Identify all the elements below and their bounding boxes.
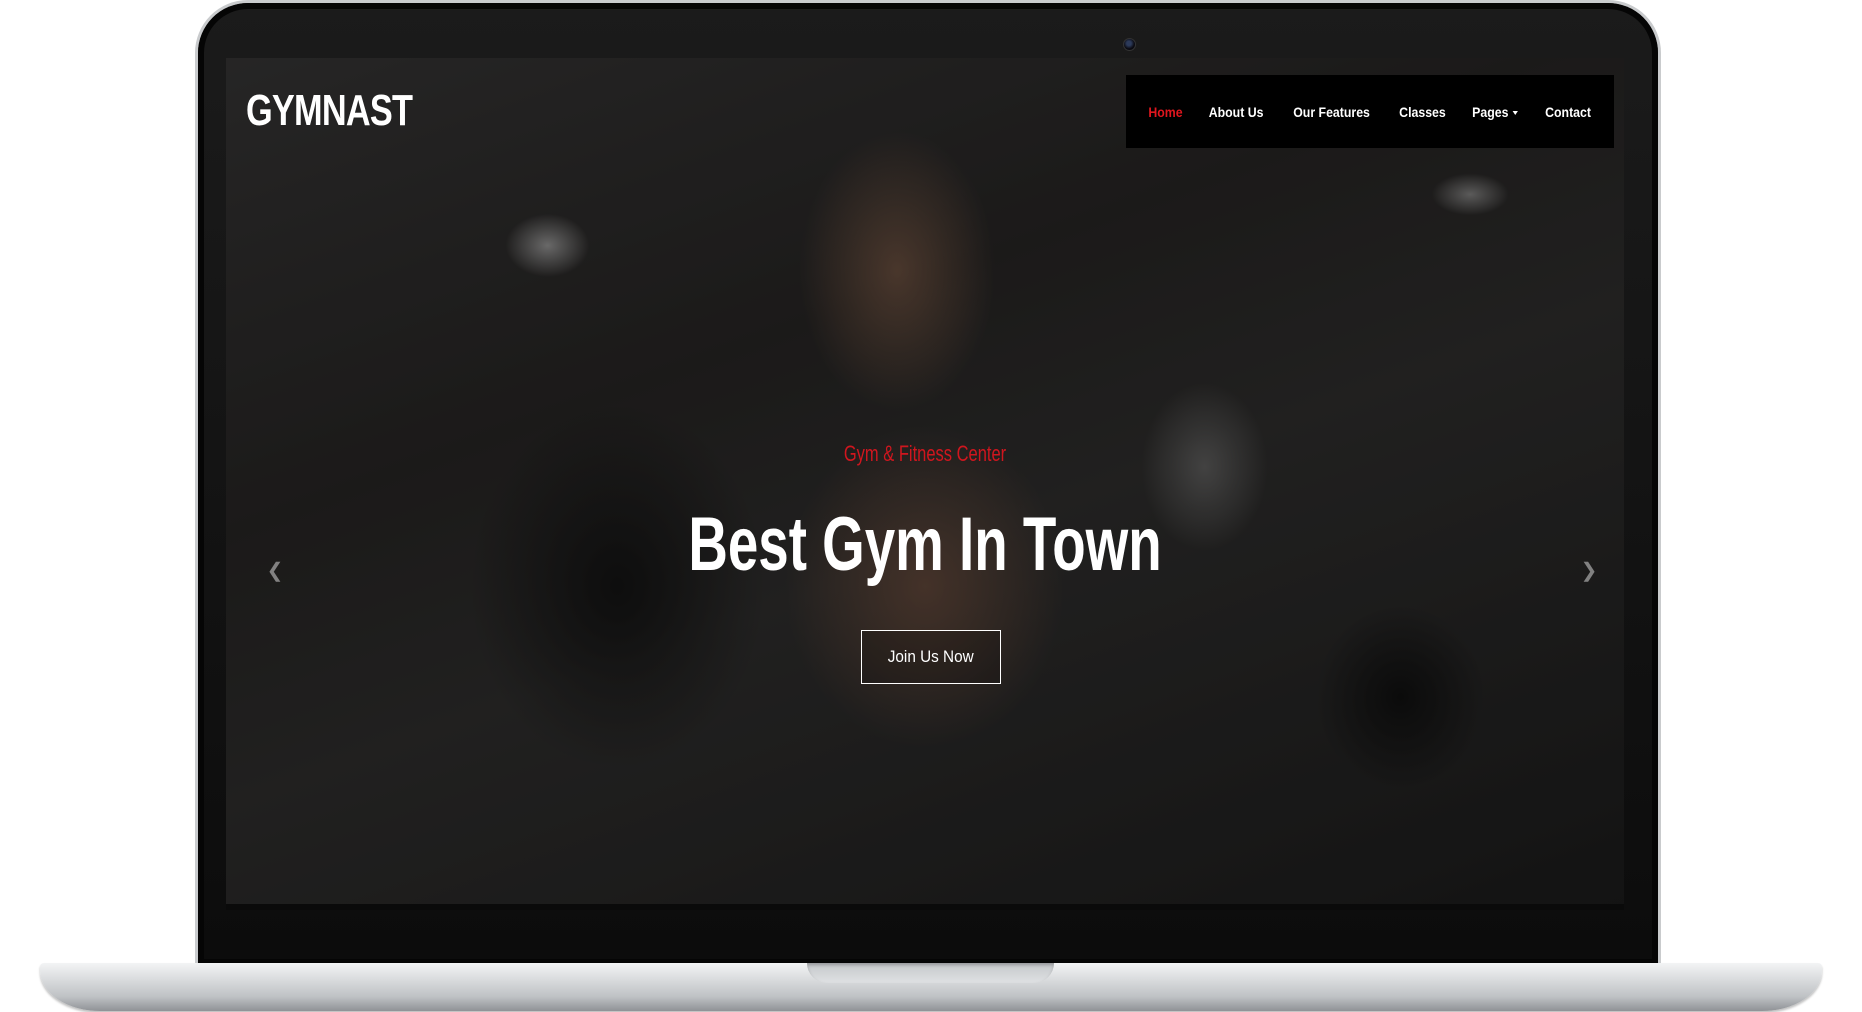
webcam-icon [1123, 38, 1136, 51]
screen-bezel-bottom [226, 904, 1624, 910]
hero-subtitle: Gym & Fitness Center [843, 441, 1007, 466]
hero-overlay [226, 58, 1624, 910]
arrow-left-icon[interactable]: ❮ [264, 560, 286, 582]
site-logo[interactable]: GYMNAST [246, 86, 413, 136]
nav-item-about-us[interactable]: About Us [1209, 104, 1264, 120]
nav-item-home[interactable]: Home [1149, 104, 1183, 120]
hero-title: Best Gym In Town [688, 502, 1162, 587]
join-us-now-button[interactable]: Join Us Now [861, 630, 1001, 684]
laptop-screen: GYMNAST Home About Us Our Features Class… [226, 58, 1624, 910]
nav-item-our-features[interactable]: Our Features [1293, 104, 1370, 120]
nav-item-contact[interactable]: Contact [1545, 104, 1591, 120]
arrow-right-icon[interactable]: ❯ [1578, 560, 1600, 582]
main-navigation: Home About Us Our Features Classes Pages… [1126, 75, 1614, 148]
caret-down-icon [1512, 110, 1519, 115]
laptop-opening-notch [807, 963, 1054, 983]
nav-item-classes[interactable]: Classes [1399, 104, 1446, 120]
nav-item-pages-label: Pages [1472, 103, 1509, 120]
nav-item-pages[interactable]: Pages [1472, 103, 1519, 120]
join-us-now-button-label: Join Us Now [888, 647, 974, 666]
